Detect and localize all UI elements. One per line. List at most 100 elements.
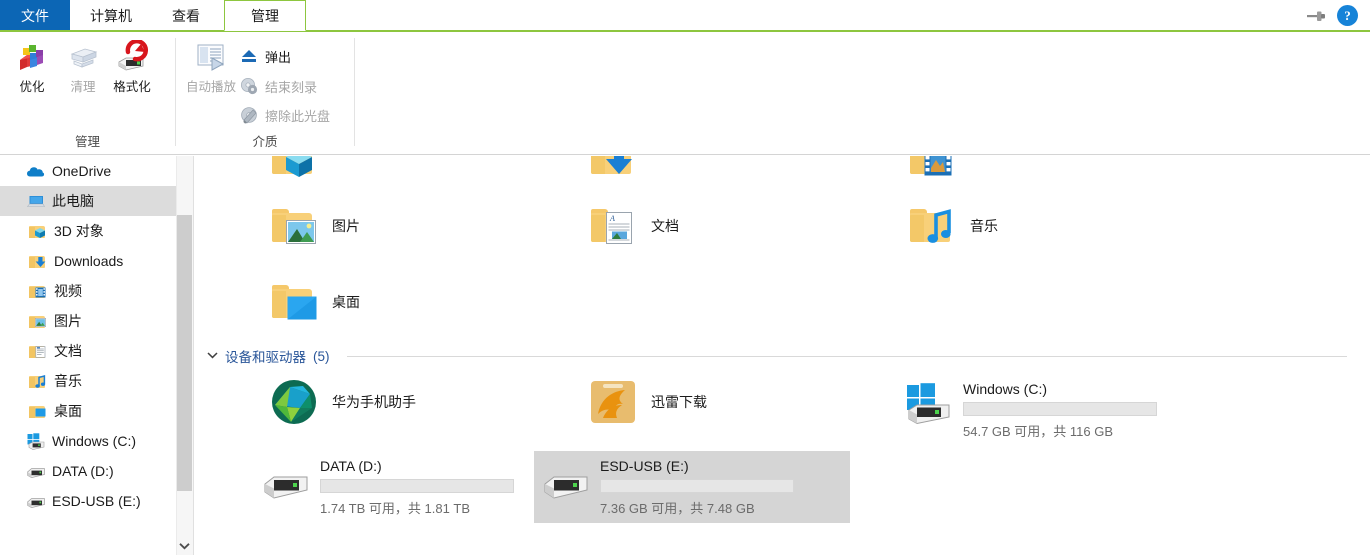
- eject-label: 弹出: [265, 49, 292, 65]
- sidebar-item-onedrive-label: OneDrive: [52, 163, 112, 179]
- computer-icon: [26, 193, 46, 210]
- sidebar-item-desktop-label: 桌面: [54, 403, 82, 419]
- capacity-bar-esd-usb-e: [600, 479, 794, 493]
- folder-tile-pictures-label: 图片: [332, 218, 360, 234]
- folder-tile-documents-label: 文档: [651, 218, 679, 234]
- thunder-download-icon: [589, 378, 637, 426]
- sidebar-item-documents[interactable]: 文档: [0, 336, 176, 366]
- sidebar-item-esd-usb-e-label: ESD-USB (E:): [52, 493, 141, 509]
- group-header-devices-count: (5): [313, 348, 330, 364]
- sidebar-item-pictures-label: 图片: [54, 313, 82, 329]
- group-header-devices-label: 设备和驱动器: [225, 350, 306, 365]
- ribbon-separator-2: [354, 38, 355, 146]
- chevron-down-icon[interactable]: [207, 350, 218, 362]
- cloud-icon: [26, 163, 45, 180]
- optimize-label: 优化: [19, 80, 45, 94]
- optimize-icon: [16, 40, 48, 72]
- eject-icon: [240, 47, 258, 65]
- drive-icon: [26, 493, 45, 510]
- format-button[interactable]: 格式化: [106, 39, 158, 95]
- ribbon-tab-bar: 文件 计算机 查看 管理: [0, 0, 1370, 31]
- contextual-tab-rule: [0, 30, 1370, 32]
- optimize-button[interactable]: 优化: [6, 40, 58, 95]
- folder-music-icon: [28, 373, 47, 390]
- folder-tile-desktop-label: 桌面: [332, 294, 360, 310]
- folder-desktop-icon: [28, 403, 47, 420]
- drive-tile-windows-c[interactable]: Windows (C:) 54.7 GB 可用，共 116 GB: [897, 374, 1212, 446]
- sidebar-item-3d-objects[interactable]: 3D 对象: [0, 216, 176, 246]
- drive-capacity-text-windows-c: 54.7 GB 可用，共 116 GB: [963, 424, 1114, 439]
- folder-tile-documents[interactable]: A 文档: [589, 202, 679, 250]
- items-view[interactable]: 图片 A 文档 音乐 桌面 设备和驱动器 (5) 华为手机助手 迅雷下载 Win…: [194, 156, 1370, 555]
- drive-info-data-d: DATA (D:) 1.74 TB 可用，共 1.81 TB: [320, 457, 514, 517]
- device-tile-thunder[interactable]: 迅雷下载: [589, 378, 707, 426]
- drive-info-esd-usb-e: ESD-USB (E:) 7.36 GB 可用，共 7.48 GB: [600, 457, 794, 517]
- eject-button[interactable]: 弹出: [240, 43, 291, 69]
- sidebar-item-music-label: 音乐: [54, 373, 82, 389]
- erase-disc-button[interactable]: 擦除此光盘: [240, 102, 330, 128]
- sidebar-item-windows-c-label: Windows (C:): [52, 433, 137, 449]
- tab-computer[interactable]: 计算机: [70, 0, 152, 31]
- pin-icon[interactable]: [1305, 9, 1327, 23]
- ribbon: 优化 清理 格式化 管理 自动播放 弹出 结束刻录 擦除此光盘 介质: [0, 32, 1370, 155]
- folder-video-icon: [908, 156, 956, 182]
- tab-bar-filler: [306, 0, 1370, 31]
- tab-view[interactable]: 查看: [152, 0, 220, 31]
- burn-icon: [240, 77, 258, 95]
- tab-manage[interactable]: 管理: [224, 0, 306, 31]
- help-button[interactable]: ?: [1337, 5, 1358, 26]
- tab-file[interactable]: 文件: [0, 0, 70, 31]
- ribbon-group-manage: 优化 清理 格式化 管理: [0, 32, 175, 154]
- sidebar-item-videos[interactable]: 视频: [0, 276, 176, 306]
- folder-tile-music[interactable]: 音乐: [908, 202, 998, 250]
- sidebar-item-onedrive[interactable]: OneDrive: [0, 156, 176, 186]
- ribbon-group-manage-title: 管理: [74, 135, 100, 149]
- folder-document-icon: A: [589, 202, 637, 250]
- folder-tile-3d-objects-clipped[interactable]: [270, 156, 318, 182]
- windows-drive-icon: [903, 380, 951, 425]
- drive-icon: [260, 457, 308, 501]
- drive-tile-data-d[interactable]: DATA (D:) 1.74 TB 可用，共 1.81 TB: [254, 451, 518, 523]
- folder-download-icon: [28, 253, 47, 270]
- folder-tile-downloads-clipped[interactable]: [589, 156, 637, 182]
- drive-tile-esd-usb-e[interactable]: ESD-USB (E:) 7.36 GB 可用，共 7.48 GB: [534, 451, 850, 523]
- cleanup-button[interactable]: 清理: [57, 40, 109, 95]
- drive-name-esd-usb-e: ESD-USB (E:): [600, 458, 689, 474]
- sidebar-item-windows-c[interactable]: Windows (C:): [0, 426, 176, 456]
- folder-picture-icon: [270, 202, 318, 250]
- erase-disc-icon: [240, 106, 258, 124]
- drive-name-windows-c: Windows (C:): [963, 381, 1048, 397]
- navigation-pane[interactable]: OneDrive 此电脑 3D 对象 Downloads 视频 图片 文档 音乐…: [0, 156, 176, 555]
- device-tile-huawei[interactable]: 华为手机助手: [270, 378, 416, 426]
- folder-tile-videos-clipped[interactable]: [908, 156, 956, 182]
- format-label: 格式化: [113, 80, 151, 94]
- folder-tile-desktop[interactable]: 桌面: [270, 278, 360, 326]
- device-tile-thunder-label: 迅雷下载: [651, 394, 707, 410]
- sidebar-item-music[interactable]: 音乐: [0, 366, 176, 396]
- sidebar-item-desktop[interactable]: 桌面: [0, 396, 176, 426]
- sidebar-scrollbar-thumb[interactable]: [177, 215, 192, 491]
- autoplay-button[interactable]: 自动播放: [179, 40, 243, 95]
- folder-tile-pictures[interactable]: 图片: [270, 202, 360, 250]
- finish-burn-button[interactable]: 结束刻录: [240, 73, 317, 99]
- autoplay-label: 自动播放: [185, 80, 236, 94]
- group-header-devices[interactable]: 设备和驱动器 (5): [207, 346, 1347, 366]
- sidebar-item-this-pc[interactable]: 此电脑: [0, 186, 176, 216]
- sidebar-item-esd-usb-e[interactable]: ESD-USB (E:): [0, 486, 176, 516]
- sidebar-item-downloads[interactable]: Downloads: [0, 246, 176, 276]
- sidebar-item-data-d[interactable]: DATA (D:): [0, 456, 176, 486]
- drive-info-windows-c: Windows (C:) 54.7 GB 可用，共 116 GB: [963, 380, 1157, 440]
- folder-3d-icon: [28, 223, 47, 240]
- ribbon-controls: ?: [1305, 0, 1364, 31]
- drive-name-data-d: DATA (D:): [320, 458, 382, 474]
- sidebar-item-this-pc-label: 此电脑: [52, 193, 94, 209]
- finish-burn-label: 结束刻录: [265, 79, 318, 95]
- sidebar-item-pictures[interactable]: 图片: [0, 306, 176, 336]
- sidebar-item-downloads-label: Downloads: [54, 253, 124, 269]
- capacity-bar-data-d: [320, 479, 514, 493]
- sidebar-item-data-d-label: DATA (D:): [52, 463, 114, 479]
- folder-picture-icon: [28, 313, 47, 330]
- sidebar-scroll-down-button[interactable]: [176, 537, 193, 554]
- huawei-hisuite-icon: [270, 378, 318, 426]
- cleanup-label: 清理: [70, 80, 96, 94]
